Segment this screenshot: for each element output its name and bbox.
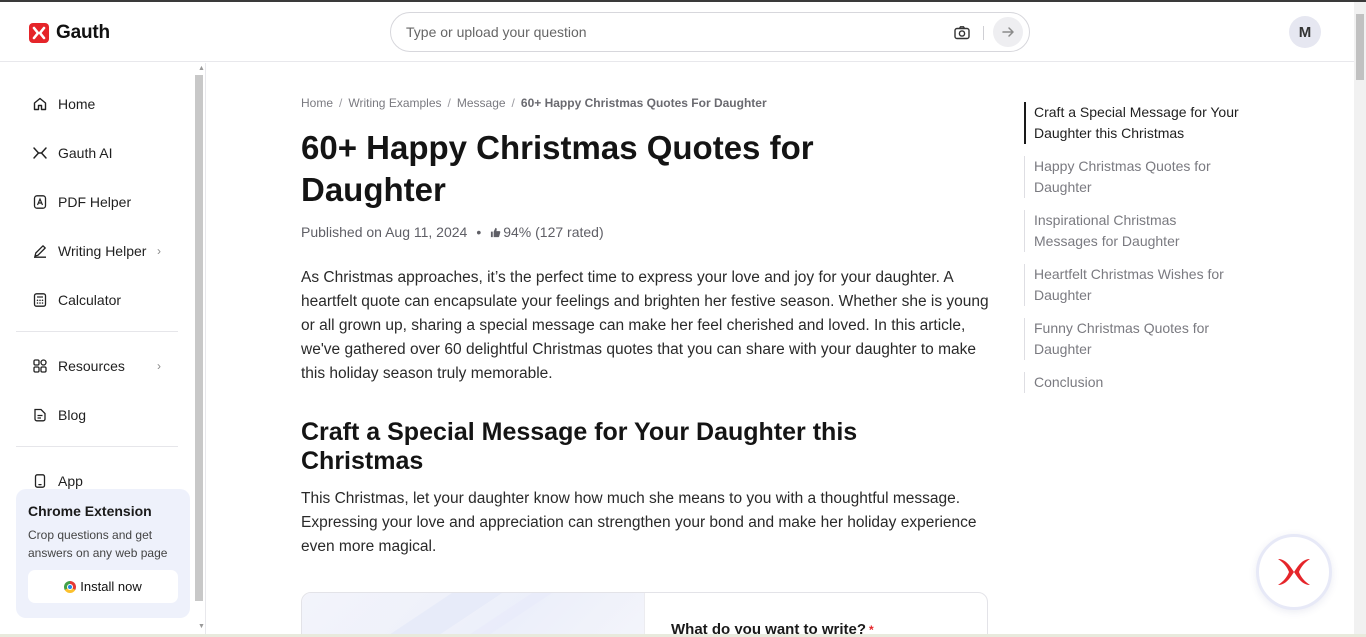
search-input[interactable] bbox=[406, 22, 926, 42]
promo-title: Chrome Extension bbox=[28, 503, 152, 519]
toc-item[interactable]: Happy Christmas Quotes for Daughter bbox=[1024, 156, 1244, 198]
pen-icon bbox=[34, 245, 46, 258]
home-icon bbox=[33, 97, 47, 111]
phone-icon bbox=[34, 474, 46, 488]
user-avatar[interactable]: M bbox=[1289, 16, 1321, 48]
camera-icon[interactable] bbox=[953, 24, 971, 42]
brand-name: Gauth bbox=[56, 22, 110, 43]
intro-paragraph: As Christmas approaches, it’s the perfec… bbox=[301, 269, 989, 382]
sidebar-divider bbox=[16, 331, 178, 332]
sidebar-item-writing-helper[interactable]: Writing Helper › bbox=[16, 233, 178, 269]
sidebar-item-label: PDF Helper bbox=[58, 194, 132, 210]
chevron-right-icon: › bbox=[157, 359, 161, 373]
sidebar-item-label: Home bbox=[58, 96, 96, 112]
search-bar bbox=[390, 12, 1030, 52]
sidebar-item-pdf-helper[interactable]: PDF Helper bbox=[16, 184, 178, 220]
sidebar-item-label: Gauth AI bbox=[58, 145, 113, 161]
sidebar-scrollbar-thumb[interactable] bbox=[195, 75, 203, 601]
page-scrollbar-thumb[interactable] bbox=[1356, 14, 1364, 80]
sidebar-scrollbar[interactable] bbox=[194, 71, 204, 631]
writing-tool-illustration bbox=[302, 593, 645, 637]
published-date: Published on Aug 11, 2024 bbox=[301, 224, 468, 240]
gauth-ai-icon bbox=[33, 147, 47, 159]
gauth-assistant-icon bbox=[1278, 559, 1310, 585]
pdf-icon bbox=[33, 195, 47, 209]
gauth-logo-icon bbox=[29, 23, 49, 43]
sidebar-item-label: Resources bbox=[58, 358, 125, 374]
toc-item[interactable]: Conclusion bbox=[1024, 372, 1244, 393]
arrow-right-icon bbox=[1002, 27, 1014, 37]
rating: 94% (127 rated) bbox=[503, 224, 604, 240]
page-scrollbar[interactable] bbox=[1354, 2, 1366, 635]
toc-item[interactable]: Heartfelt Christmas Wishes for Daughter bbox=[1024, 264, 1244, 306]
section-paragraph: This Christmas, let your daughter know h… bbox=[301, 490, 977, 555]
sidebar-item-label: Writing Helper bbox=[58, 243, 147, 259]
top-header: Gauth M bbox=[0, 2, 1354, 62]
sidebar-item-resources[interactable]: Resources › bbox=[16, 348, 178, 384]
gauth-logo[interactable]: Gauth bbox=[29, 22, 110, 44]
promo-text: Crop questions and get answers on any we… bbox=[28, 528, 168, 560]
article-meta: Published on Aug 11, 2024 • 94% (127 rat… bbox=[301, 224, 604, 240]
install-now-button[interactable]: Install now bbox=[28, 570, 178, 603]
toc-item[interactable]: Inspirational Christmas Messages for Dau… bbox=[1024, 210, 1244, 252]
sidebar-item-label: Blog bbox=[58, 407, 87, 423]
sidebar-item-gauth-ai[interactable]: Gauth AI bbox=[16, 135, 178, 171]
breadcrumb-link[interactable]: Message bbox=[457, 96, 506, 110]
sidebar-item-calculator[interactable]: Calculator bbox=[16, 282, 178, 318]
section-heading: Craft a Special Message for Your Daughte… bbox=[301, 418, 858, 475]
grid-icon bbox=[33, 359, 47, 373]
toc-item[interactable]: Funny Christmas Quotes for Daughter bbox=[1024, 318, 1244, 360]
chevron-right-icon: › bbox=[157, 244, 161, 258]
breadcrumb-current: 60+ Happy Christmas Quotes For Daughter bbox=[520, 96, 767, 110]
chrome-icon bbox=[64, 580, 77, 593]
install-now-label: Install now bbox=[80, 579, 142, 594]
floating-assistant-button[interactable] bbox=[1256, 534, 1332, 610]
sidebar-item-label: Calculator bbox=[58, 292, 122, 308]
calculator-icon bbox=[33, 293, 47, 307]
blog-icon bbox=[34, 408, 46, 422]
writing-tool-card: What do you want to write? * bbox=[301, 592, 988, 637]
sidebar-scroll-down-icon[interactable]: ▼ bbox=[198, 623, 205, 630]
toc-item-active[interactable]: Craft a Special Message for Your Daughte… bbox=[1024, 102, 1244, 144]
sidebar-item-blog[interactable]: Blog bbox=[16, 397, 178, 433]
chrome-extension-promo: Chrome Extension Crop questions and get … bbox=[16, 489, 190, 618]
thumbs-up-icon bbox=[491, 227, 501, 237]
search-divider bbox=[983, 26, 984, 40]
sidebar-divider bbox=[16, 446, 178, 447]
breadcrumb-link[interactable]: Home bbox=[301, 96, 333, 110]
page-title: 60+ Happy Christmas Quotes for Daughter bbox=[301, 129, 814, 208]
breadcrumb: Home / Writing Examples / Message/ 60+ Hap… bbox=[301, 96, 767, 110]
breadcrumb-link[interactable]: Writing Examples bbox=[348, 96, 441, 110]
sidebar-item-home[interactable]: Home bbox=[16, 86, 178, 122]
submit-search-button[interactable] bbox=[993, 17, 1023, 47]
sidebar-item-label: App bbox=[58, 473, 83, 489]
